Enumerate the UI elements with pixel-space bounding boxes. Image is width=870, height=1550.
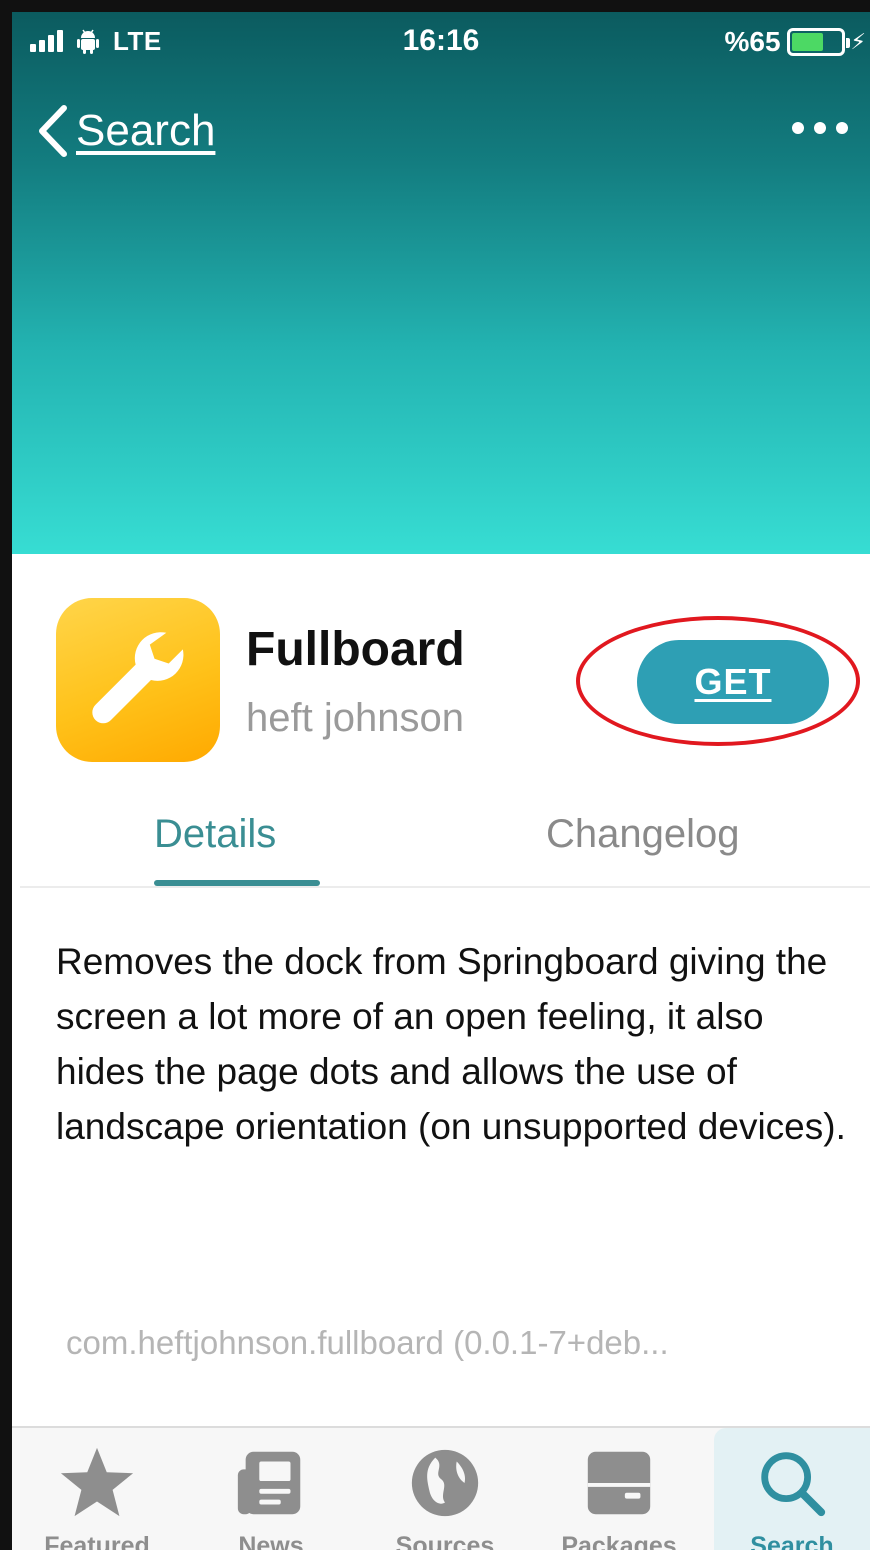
tabbar-item-search[interactable]: Search <box>714 1428 870 1550</box>
tabbar-label: Packages <box>561 1532 677 1550</box>
status-right: %65 ⚡ <box>725 26 867 58</box>
package-header-banner: LTE 16:16 %65 ⚡ Search <box>12 12 870 554</box>
package-description: Removes the dock from Springboard giving… <box>56 941 846 1147</box>
newspaper-icon <box>237 1451 301 1515</box>
package-name: Fullboard <box>246 623 465 676</box>
tabbar-label: Featured <box>44 1532 150 1550</box>
tabbar-item-featured[interactable]: Featured <box>18 1428 176 1550</box>
package-icon <box>587 1451 651 1515</box>
battery-percent: %65 <box>724 26 781 57</box>
tab-details[interactable]: Details <box>154 812 276 857</box>
tabbar-item-packages[interactable]: Packages <box>540 1428 698 1550</box>
tabbar-label: Sources <box>395 1532 495 1550</box>
tabbar-label: Search <box>750 1532 834 1550</box>
search-icon <box>761 1452 826 1517</box>
chevron-left-icon <box>39 105 67 157</box>
detail-tabs: Details Changelog <box>20 804 870 888</box>
package-author[interactable]: heft johnson <box>246 696 464 741</box>
wrench-icon <box>56 598 220 762</box>
tabbar-item-sources[interactable]: Sources <box>366 1428 524 1550</box>
tab-bar: Featured News Sources Packages Search <box>12 1426 870 1550</box>
get-button[interactable]: GET <box>637 640 829 724</box>
tabbar-item-news[interactable]: News <box>192 1428 350 1550</box>
phone-screen: LTE 16:16 %65 ⚡ Search Fullboard heft jo… <box>0 0 870 1550</box>
navigation-bar: Search <box>12 96 870 176</box>
battery-icon <box>786 28 850 56</box>
charging-icon: ⚡ <box>850 29 866 54</box>
ellipsis-icon[interactable] <box>792 122 848 134</box>
tab-changelog[interactable]: Changelog <box>546 812 740 857</box>
active-tab-indicator <box>154 880 320 886</box>
status-bar: LTE 16:16 %65 ⚡ <box>12 12 870 68</box>
back-button-label: Search <box>76 106 216 155</box>
back-button[interactable]: Search <box>36 104 215 158</box>
star-icon <box>60 1447 134 1517</box>
globe-icon <box>411 1449 479 1517</box>
package-identifier: com.heftjohnson.fullboard (0.0.1-7+deb..… <box>66 1324 669 1361</box>
tabbar-label: News <box>238 1532 304 1550</box>
